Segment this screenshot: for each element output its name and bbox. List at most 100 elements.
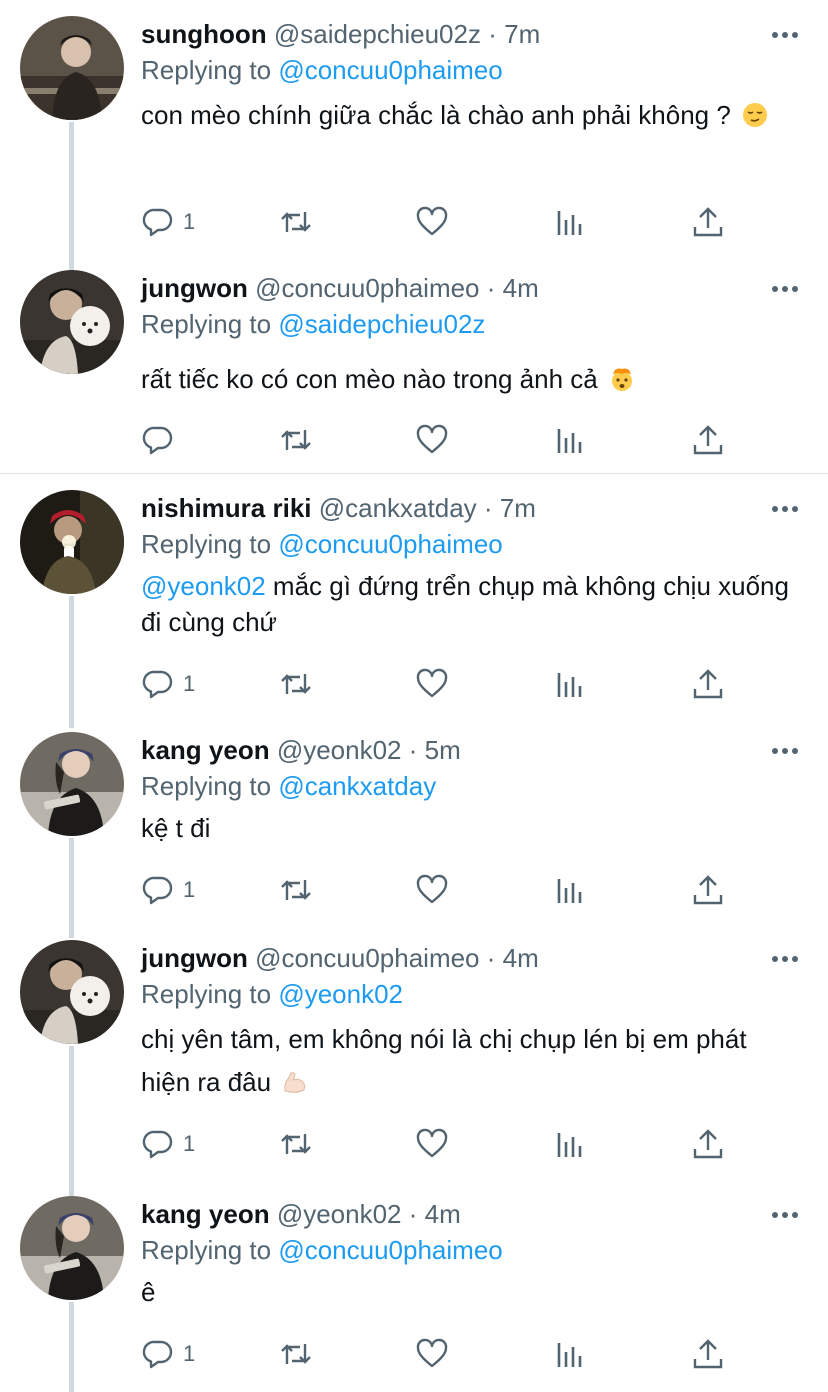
reply-button[interactable]: 1 <box>141 202 195 242</box>
share-icon <box>693 425 723 455</box>
share-icon <box>693 207 723 237</box>
retweet-button[interactable] <box>279 664 313 704</box>
replying-to-mention[interactable]: @yeonk02 <box>278 979 403 1009</box>
timestamp[interactable]: 4m <box>503 273 539 303</box>
analytics-icon <box>557 879 582 903</box>
reply-button[interactable]: 1 <box>141 1124 195 1164</box>
display-name[interactable]: nishimura riki <box>141 493 312 523</box>
like-button[interactable] <box>415 1124 449 1164</box>
tweet-text-content: chị yên tâm, em không nói là chị chụp lé… <box>141 1024 747 1097</box>
exploding-head-icon <box>611 368 632 391</box>
retweet-button[interactable] <box>279 1124 313 1164</box>
tweet-mention[interactable]: @yeonk02 <box>141 571 266 601</box>
analytics-button[interactable] <box>554 202 588 242</box>
like-button[interactable] <box>415 664 449 704</box>
separator-dot: · <box>408 735 418 765</box>
retweet-button[interactable] <box>279 870 313 910</box>
timestamp[interactable]: 4m <box>425 1199 461 1229</box>
replying-to-mention[interactable]: @concuu0phaimeo <box>278 529 502 559</box>
reply-button[interactable]: 1 <box>141 1334 195 1374</box>
tweet[interactable]: sunghoon @saidepchieu02z · 7m Replying t… <box>0 16 828 256</box>
more-icon[interactable] <box>772 32 798 38</box>
share-button[interactable] <box>691 202 725 242</box>
reply-count: 1 <box>183 671 196 696</box>
avatar[interactable] <box>20 16 124 120</box>
share-icon <box>693 669 723 699</box>
analytics-button[interactable] <box>554 1124 588 1164</box>
avatar[interactable] <box>20 490 124 594</box>
tweet[interactable]: jungwon @concuu0phaimeo · 4m Replying to… <box>0 270 828 470</box>
display-name[interactable]: jungwon <box>141 943 248 973</box>
separator-dot: · <box>408 1199 418 1229</box>
avatar[interactable] <box>20 732 124 836</box>
timestamp[interactable]: 5m <box>425 735 461 765</box>
retweet-button[interactable] <box>279 202 313 242</box>
tweet-header: kang yeon @yeonk02 · 5m <box>141 732 461 768</box>
more-icon[interactable] <box>772 506 798 512</box>
more-icon[interactable] <box>772 956 798 962</box>
username[interactable]: @concuu0phaimeo <box>255 943 479 973</box>
username[interactable]: @cankxatday <box>319 493 477 523</box>
replying-to-mention[interactable]: @cankxatday <box>278 771 436 801</box>
reply-icon <box>142 670 173 699</box>
timestamp[interactable]: 4m <box>503 943 539 973</box>
replying-to-label: Replying to <box>141 979 272 1009</box>
separator-dot: · <box>486 943 496 973</box>
tweet[interactable]: kang yeon @yeonk02 · 4m Replying to @con… <box>0 1196 828 1392</box>
tweet[interactable]: nishimura riki @cankxatday · 7m Replying… <box>0 490 828 710</box>
analytics-button[interactable] <box>554 664 588 704</box>
analytics-button[interactable] <box>554 1334 588 1374</box>
tweet-text-content: con mèo chính giữa chắc là chào anh phải… <box>141 100 731 130</box>
avatar[interactable] <box>20 1196 124 1300</box>
display-name[interactable]: sunghoon <box>141 19 267 49</box>
reply-button[interactable]: 1 <box>141 870 195 910</box>
avatar[interactable] <box>20 940 124 1044</box>
share-button[interactable] <box>691 420 725 460</box>
username[interactable]: @yeonk02 <box>277 1199 402 1229</box>
share-button[interactable] <box>691 664 725 704</box>
replying-to-mention[interactable]: @concuu0phaimeo <box>278 1235 502 1265</box>
retweet-button[interactable] <box>279 420 313 460</box>
retweet-button[interactable] <box>279 1334 313 1374</box>
username[interactable]: @saidepchieu02z <box>274 19 481 49</box>
like-button[interactable] <box>415 420 449 460</box>
avatar[interactable] <box>20 270 124 374</box>
analytics-icon <box>557 1343 582 1367</box>
separator-dot: · <box>486 273 496 303</box>
more-icon[interactable] <box>772 748 798 754</box>
reply-button[interactable] <box>141 420 183 460</box>
like-button[interactable] <box>415 870 449 910</box>
reply-button[interactable]: 1 <box>141 664 195 704</box>
tweet-actions: 1 <box>141 664 741 704</box>
tweet-header: jungwon @concuu0phaimeo · 4m <box>141 940 539 976</box>
more-icon[interactable] <box>772 1212 798 1218</box>
reply-count: 1 <box>183 209 196 234</box>
retweet-icon <box>281 1344 311 1364</box>
tweet[interactable]: kang yeon @yeonk02 · 5m Replying to @can… <box>0 732 828 932</box>
share-button[interactable] <box>691 1124 725 1164</box>
retweet-icon <box>281 674 311 694</box>
like-button[interactable] <box>415 202 449 242</box>
retweet-icon <box>281 880 311 900</box>
replying-to-mention[interactable]: @saidepchieu02z <box>278 309 485 339</box>
tweet-actions <box>141 420 741 460</box>
share-button[interactable] <box>691 870 725 910</box>
display-name[interactable]: jungwon <box>141 273 248 303</box>
display-name[interactable]: kang yeon <box>141 1199 270 1229</box>
timestamp[interactable]: 7m <box>504 19 540 49</box>
timestamp[interactable]: 7m <box>500 493 536 523</box>
display-name[interactable]: kang yeon <box>141 735 270 765</box>
tweet-text: @yeonk02 mắc gì đứng trển chụp mà không … <box>141 568 801 640</box>
tweet-text-content: ê <box>141 1277 156 1307</box>
tweet[interactable]: jungwon @concuu0phaimeo · 4m Replying to… <box>0 940 828 1180</box>
like-button[interactable] <box>415 1334 449 1374</box>
replying-to-mention[interactable]: @concuu0phaimeo <box>278 55 502 85</box>
analytics-button[interactable] <box>554 420 588 460</box>
username[interactable]: @concuu0phaimeo <box>255 273 479 303</box>
tweet-header: jungwon @concuu0phaimeo · 4m <box>141 270 539 306</box>
more-icon[interactable] <box>772 286 798 292</box>
username[interactable]: @yeonk02 <box>277 735 402 765</box>
heart-icon <box>416 206 448 236</box>
analytics-button[interactable] <box>554 870 588 910</box>
share-button[interactable] <box>691 1334 725 1374</box>
